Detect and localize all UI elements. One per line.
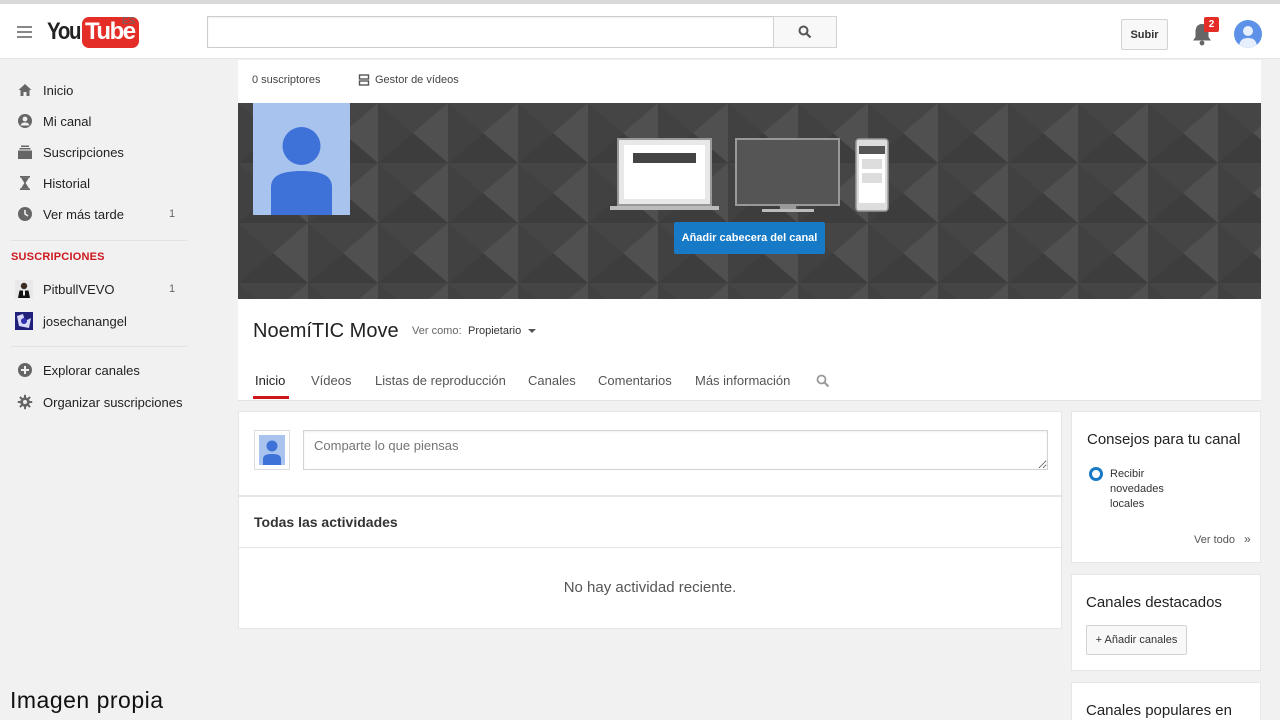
video-manager-link[interactable]: Gestor de vídeos [358, 74, 459, 86]
view-all-label: Ver todo [1194, 534, 1235, 546]
active-tab-indicator [253, 396, 289, 399]
region-code: ES [122, 16, 136, 27]
channel-banner [238, 103, 1261, 299]
add-channels-button[interactable]: + Añadir canales [1086, 625, 1187, 655]
sidebar: Inicio Mi canal Suscripciones Historial … [0, 60, 207, 720]
subscriptions-section-title: SUSCRIPCIONES [11, 251, 105, 263]
monitor-illustration [735, 138, 840, 212]
channel-avatar[interactable] [253, 103, 350, 215]
tab-comentarios[interactable]: Comentarios [598, 373, 672, 388]
tip-item[interactable]: Recibir novedades locales [1110, 467, 1180, 512]
sidebar-divider [11, 240, 187, 241]
tips-title: Consejos para tu canal [1087, 431, 1241, 448]
share-avatar [254, 430, 290, 470]
activities-title: Todas las actividades [254, 514, 398, 530]
channel-thumbnail [15, 312, 33, 330]
clock-icon [18, 207, 32, 221]
tab-inicio[interactable]: Inicio [255, 373, 285, 388]
sidebar-item-label: PitbullVEVO [43, 281, 115, 297]
sidebar-item-label: Inicio [43, 82, 74, 98]
empty-feed-message: No hay actividad reciente. [563, 579, 737, 596]
view-all-tips-link[interactable]: Ver todo » [1194, 532, 1251, 546]
user-silhouette-icon [271, 127, 332, 215]
sidebar-item-count: 1 [169, 208, 176, 220]
channel-title: NoemíTIC Move [253, 320, 399, 342]
activities-feed: No hay actividad reciente. [238, 548, 1062, 629]
upload-button[interactable]: Subir [1121, 19, 1168, 50]
user-silhouette-icon [263, 440, 281, 465]
add-channel-art-button[interactable]: Añadir cabecera del canal [674, 222, 825, 254]
image-caption: Imagen propia [10, 687, 164, 713]
sidebar-item-count: 1 [169, 283, 176, 295]
home-icon [18, 84, 32, 96]
video-manager-icon [358, 74, 370, 86]
plus-circle-icon [18, 363, 32, 377]
channel-search-icon[interactable] [816, 374, 830, 388]
channel-tips-card: Consejos para tu canal Recibir novedades… [1071, 411, 1261, 563]
menu-icon[interactable] [17, 26, 32, 38]
masthead: You Tube ES Subir 2 [0, 4, 1280, 59]
user-silhouette-icon [1239, 26, 1257, 48]
tab-listas[interactable]: Listas de reproducción [375, 373, 506, 388]
laptop-illustration [610, 138, 719, 210]
notification-badge: 2 [1204, 17, 1219, 32]
sidebar-item-label: Suscripciones [43, 144, 124, 160]
user-circle-icon [18, 114, 32, 128]
sidebar-item-label: Mi canal [43, 113, 92, 129]
search-input[interactable] [207, 16, 774, 48]
sidebar-subscription-josechanangel[interactable]: josechanangel [0, 308, 207, 334]
user-avatar[interactable] [1234, 20, 1262, 48]
popular-channels-title: Canales populares en [1086, 702, 1232, 719]
featured-channels-card: Canales destacados + Añadir canales [1071, 574, 1261, 671]
search-button[interactable] [773, 16, 837, 48]
channel-stats-bar: 0 suscriptores Gestor de vídeos [238, 60, 1261, 103]
popular-channels-card: Canales populares en [1071, 682, 1261, 720]
video-manager-label: Gestor de vídeos [375, 74, 459, 86]
sidebar-item-organizar-suscripciones[interactable]: Organizar suscripciones [0, 389, 207, 415]
tip-progress-ring-icon [1089, 467, 1103, 481]
sidebar-item-suscripciones[interactable]: Suscripciones [0, 139, 207, 165]
share-input[interactable] [303, 430, 1048, 470]
tab-canales[interactable]: Canales [528, 373, 576, 388]
caret-down-icon [528, 329, 537, 333]
sidebar-item-historial[interactable]: Historial [0, 170, 207, 196]
phone-illustration [855, 138, 889, 212]
double-chevron-right-icon: » [1244, 532, 1251, 546]
featured-channels-title: Canales destacados [1086, 594, 1222, 611]
sidebar-item-ver-mas-tarde[interactable]: Ver más tarde 1 [0, 201, 207, 227]
sidebar-item-mi-canal[interactable]: Mi canal [0, 108, 207, 134]
share-box [238, 411, 1062, 496]
channel-info: NoemíTIC Move Ver como: Propietario Inic… [238, 299, 1261, 401]
tab-mas-informacion[interactable]: Más información [695, 373, 790, 388]
tab-videos[interactable]: Vídeos [311, 373, 351, 388]
banner-pattern [238, 103, 1261, 299]
view-as-dropdown[interactable]: Propietario [468, 325, 538, 337]
sidebar-item-label: Ver más tarde [43, 206, 124, 222]
sidebar-item-label: josechanangel [43, 313, 127, 329]
sidebar-item-label: Historial [43, 175, 90, 191]
hourglass-icon [20, 176, 30, 190]
logo-you-text: You [47, 18, 81, 45]
subscriptions-icon [18, 145, 32, 159]
gear-icon [17, 394, 33, 410]
view-as-value: Propietario [468, 325, 522, 337]
sidebar-divider [11, 346, 187, 347]
sidebar-item-label: Explorar canales [43, 362, 140, 378]
sidebar-item-inicio[interactable]: Inicio [0, 77, 207, 103]
sidebar-item-label: Organizar suscripciones [43, 394, 183, 410]
view-as-label: Ver como: [412, 325, 462, 337]
sidebar-subscription-pitbullvevo[interactable]: PitbullVEVO 1 [0, 276, 207, 302]
sidebar-item-explorar-canales[interactable]: Explorar canales [0, 357, 207, 383]
channel-thumbnail [15, 280, 33, 298]
activities-header: Todas las actividades [238, 496, 1062, 548]
search-icon [798, 25, 812, 39]
subscriber-count: 0 suscriptores [252, 74, 321, 86]
